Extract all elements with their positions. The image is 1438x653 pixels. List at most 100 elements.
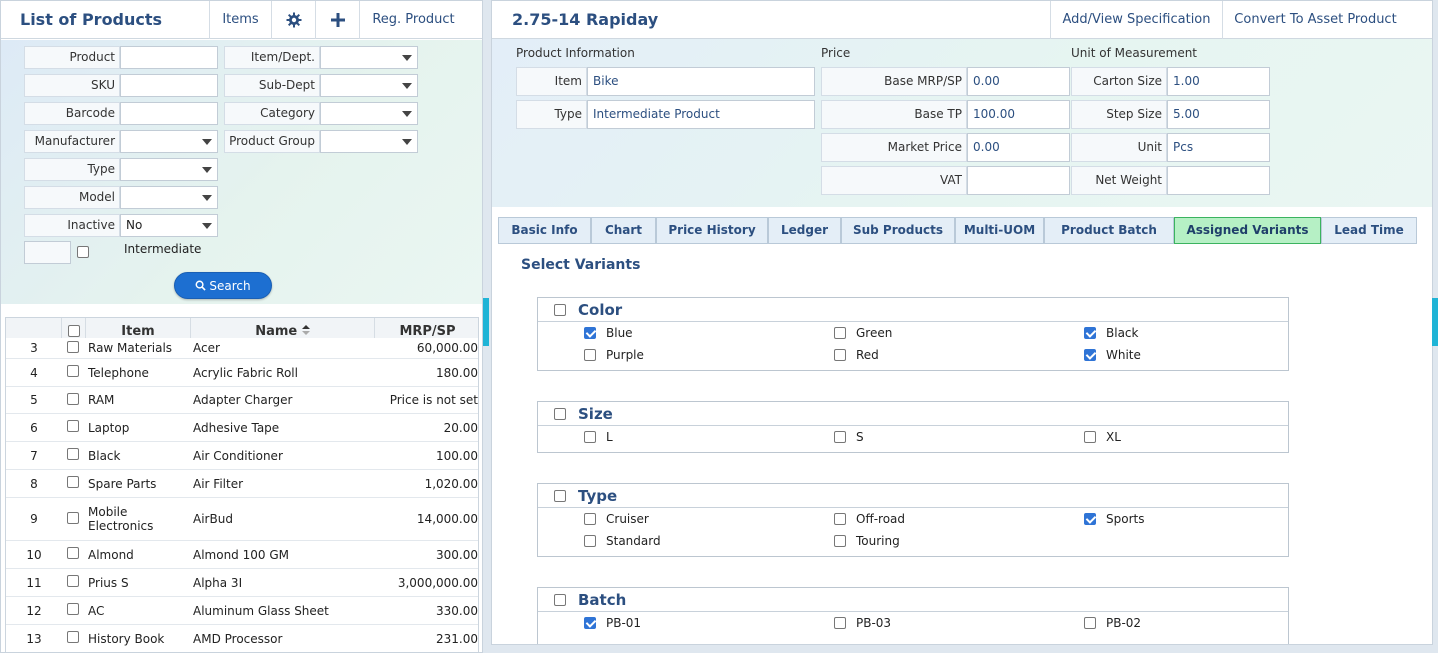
row-checkbox[interactable] (67, 575, 79, 587)
group-select-checkbox[interactable] (554, 490, 566, 502)
variant-option-checkbox[interactable] (1084, 431, 1096, 443)
product-group-select[interactable] (320, 130, 418, 153)
tab-sub-products[interactable]: Sub Products (841, 217, 955, 244)
item-field[interactable]: Bike (587, 67, 815, 96)
variant-option-checkbox[interactable] (1084, 349, 1096, 361)
tab-chart[interactable]: Chart (591, 217, 656, 244)
group-select-checkbox[interactable] (554, 408, 566, 420)
row-checkbox[interactable] (67, 448, 79, 460)
product-input[interactable] (120, 46, 218, 69)
table-row[interactable]: 12 AC Aluminum Glass Sheet 330.00 (6, 597, 478, 625)
variant-option-checkbox[interactable] (834, 327, 846, 339)
search-button[interactable]: Search (174, 272, 272, 299)
table-row[interactable]: 13 History Book AMD Processor 231.00 (6, 625, 478, 652)
variant-option-checkbox[interactable] (584, 617, 596, 629)
variant-option-checkbox[interactable] (1084, 513, 1096, 525)
variant-option-checkbox[interactable] (584, 513, 596, 525)
tab-product-batch[interactable]: Product Batch (1044, 217, 1174, 244)
row-checkbox[interactable] (67, 420, 79, 432)
row-name: Aluminum Glass Sheet (193, 603, 329, 618)
unit-field[interactable]: Pcs (1167, 133, 1270, 162)
variant-option-label: Black (1106, 326, 1139, 340)
step-size-field[interactable]: 5.00 (1167, 100, 1270, 129)
settings-button[interactable] (271, 1, 315, 39)
row-checkbox[interactable] (67, 341, 79, 353)
sub-dept-select[interactable] (320, 74, 418, 97)
variant-option-checkbox[interactable] (1084, 327, 1096, 339)
convert-to-asset-button[interactable]: Convert To Asset Product (1222, 1, 1408, 39)
table-row[interactable]: 7 Black Air Conditioner 100.00 (6, 442, 478, 470)
variant-option-checkbox[interactable] (584, 535, 596, 547)
row-checkbox[interactable] (67, 365, 79, 377)
variant-option-checkbox[interactable] (834, 617, 846, 629)
base-tp-field[interactable]: 100.00 (967, 100, 1070, 129)
row-checkbox[interactable] (67, 393, 79, 405)
group-select-checkbox[interactable] (554, 594, 566, 606)
table-row[interactable]: 6 Laptop Adhesive Tape 20.00 (6, 414, 478, 442)
type-select[interactable] (120, 158, 218, 181)
market-price-field[interactable]: 0.00 (967, 133, 1070, 162)
row-mrp: 1,020.00 (424, 476, 478, 491)
variant-option-checkbox[interactable] (834, 349, 846, 361)
item-label: Item (516, 67, 587, 96)
group-select-checkbox[interactable] (554, 304, 566, 316)
tab-price-history[interactable]: Price History (656, 217, 768, 244)
variant-option-checkbox[interactable] (584, 349, 596, 361)
variant-option-checkbox[interactable] (1084, 617, 1096, 629)
inactive-label: Inactive (24, 214, 120, 237)
barcode-input[interactable] (120, 102, 218, 125)
table-row[interactable]: 11 Prius S Alpha 3I 3,000,000.00 (6, 569, 478, 597)
net-weight-field[interactable] (1167, 166, 1270, 195)
category-select[interactable] (320, 102, 418, 125)
table-row[interactable]: 3 Raw Materials Acer 60,000.00 (6, 338, 478, 359)
barcode-label: Barcode (24, 102, 120, 125)
table-row[interactable]: 10 Almond Almond 100 GM 300.00 (6, 541, 478, 569)
right-edge-handle[interactable] (1432, 298, 1438, 346)
select-all-checkbox[interactable] (68, 325, 80, 337)
carton-size-field[interactable]: 1.00 (1167, 67, 1270, 96)
table-row[interactable]: 4 Telephone Acrylic Fabric Roll 180.00 (6, 359, 478, 387)
add-product-button[interactable] (315, 1, 359, 39)
manufacturer-select[interactable] (120, 130, 218, 153)
sku-input[interactable] (120, 74, 218, 97)
variant-option-checkbox[interactable] (834, 431, 846, 443)
model-select[interactable] (120, 186, 218, 209)
item-dept-select[interactable] (320, 46, 418, 69)
chevron-down-icon (402, 139, 412, 145)
variant-option-checkbox[interactable] (584, 431, 596, 443)
variant-option-checkbox[interactable] (834, 513, 846, 525)
reg-product-button[interactable]: Reg. Product (359, 1, 467, 39)
type-field[interactable]: Intermediate Product (587, 100, 815, 129)
filter-area: Product SKU Barcode Manufacturer Type Mo… (1, 40, 482, 304)
inactive-select[interactable]: No (120, 214, 218, 237)
row-checkbox[interactable] (67, 512, 79, 524)
table-row[interactable]: 5 RAM Adapter Charger Price is not set (6, 387, 478, 414)
row-checkbox[interactable] (67, 603, 79, 615)
items-button[interactable]: Items (209, 1, 271, 39)
price-heading: Price (821, 46, 851, 60)
variant-option-label: White (1106, 348, 1141, 362)
base-mrp-field[interactable]: 0.00 (967, 67, 1070, 96)
tab-lead-time[interactable]: Lead Time (1321, 217, 1417, 244)
variant-option-checkbox[interactable] (834, 535, 846, 547)
vat-field[interactable] (967, 166, 1070, 195)
variant-group-title: Color (578, 301, 623, 319)
table-row[interactable]: 9 Mobile Electronics AirBud 14,000.00 (6, 498, 478, 541)
row-name: Air Filter (193, 476, 244, 491)
table-row[interactable]: 8 Spare Parts Air Filter 1,020.00 (6, 470, 478, 498)
tab-basic-info[interactable]: Basic Info (498, 217, 591, 244)
chevron-down-icon (402, 83, 412, 89)
add-view-specification-button[interactable]: Add/View Specification (1050, 1, 1222, 39)
row-checkbox[interactable] (67, 476, 79, 488)
tab-assigned-variants[interactable]: Assigned Variants (1174, 217, 1321, 244)
panel-splitter-handle[interactable] (483, 298, 489, 346)
variant-option-checkbox[interactable] (584, 327, 596, 339)
tab-multi-uom[interactable]: Multi-UOM (955, 217, 1044, 244)
row-checkbox[interactable] (67, 631, 79, 643)
intermediate-checkbox[interactable] (77, 246, 89, 258)
row-checkbox[interactable] (67, 547, 79, 559)
sku-label: SKU (24, 74, 120, 97)
tab-ledger[interactable]: Ledger (768, 217, 841, 244)
variant-group-header: Type (538, 484, 1288, 508)
inactive-value: No (126, 218, 143, 232)
